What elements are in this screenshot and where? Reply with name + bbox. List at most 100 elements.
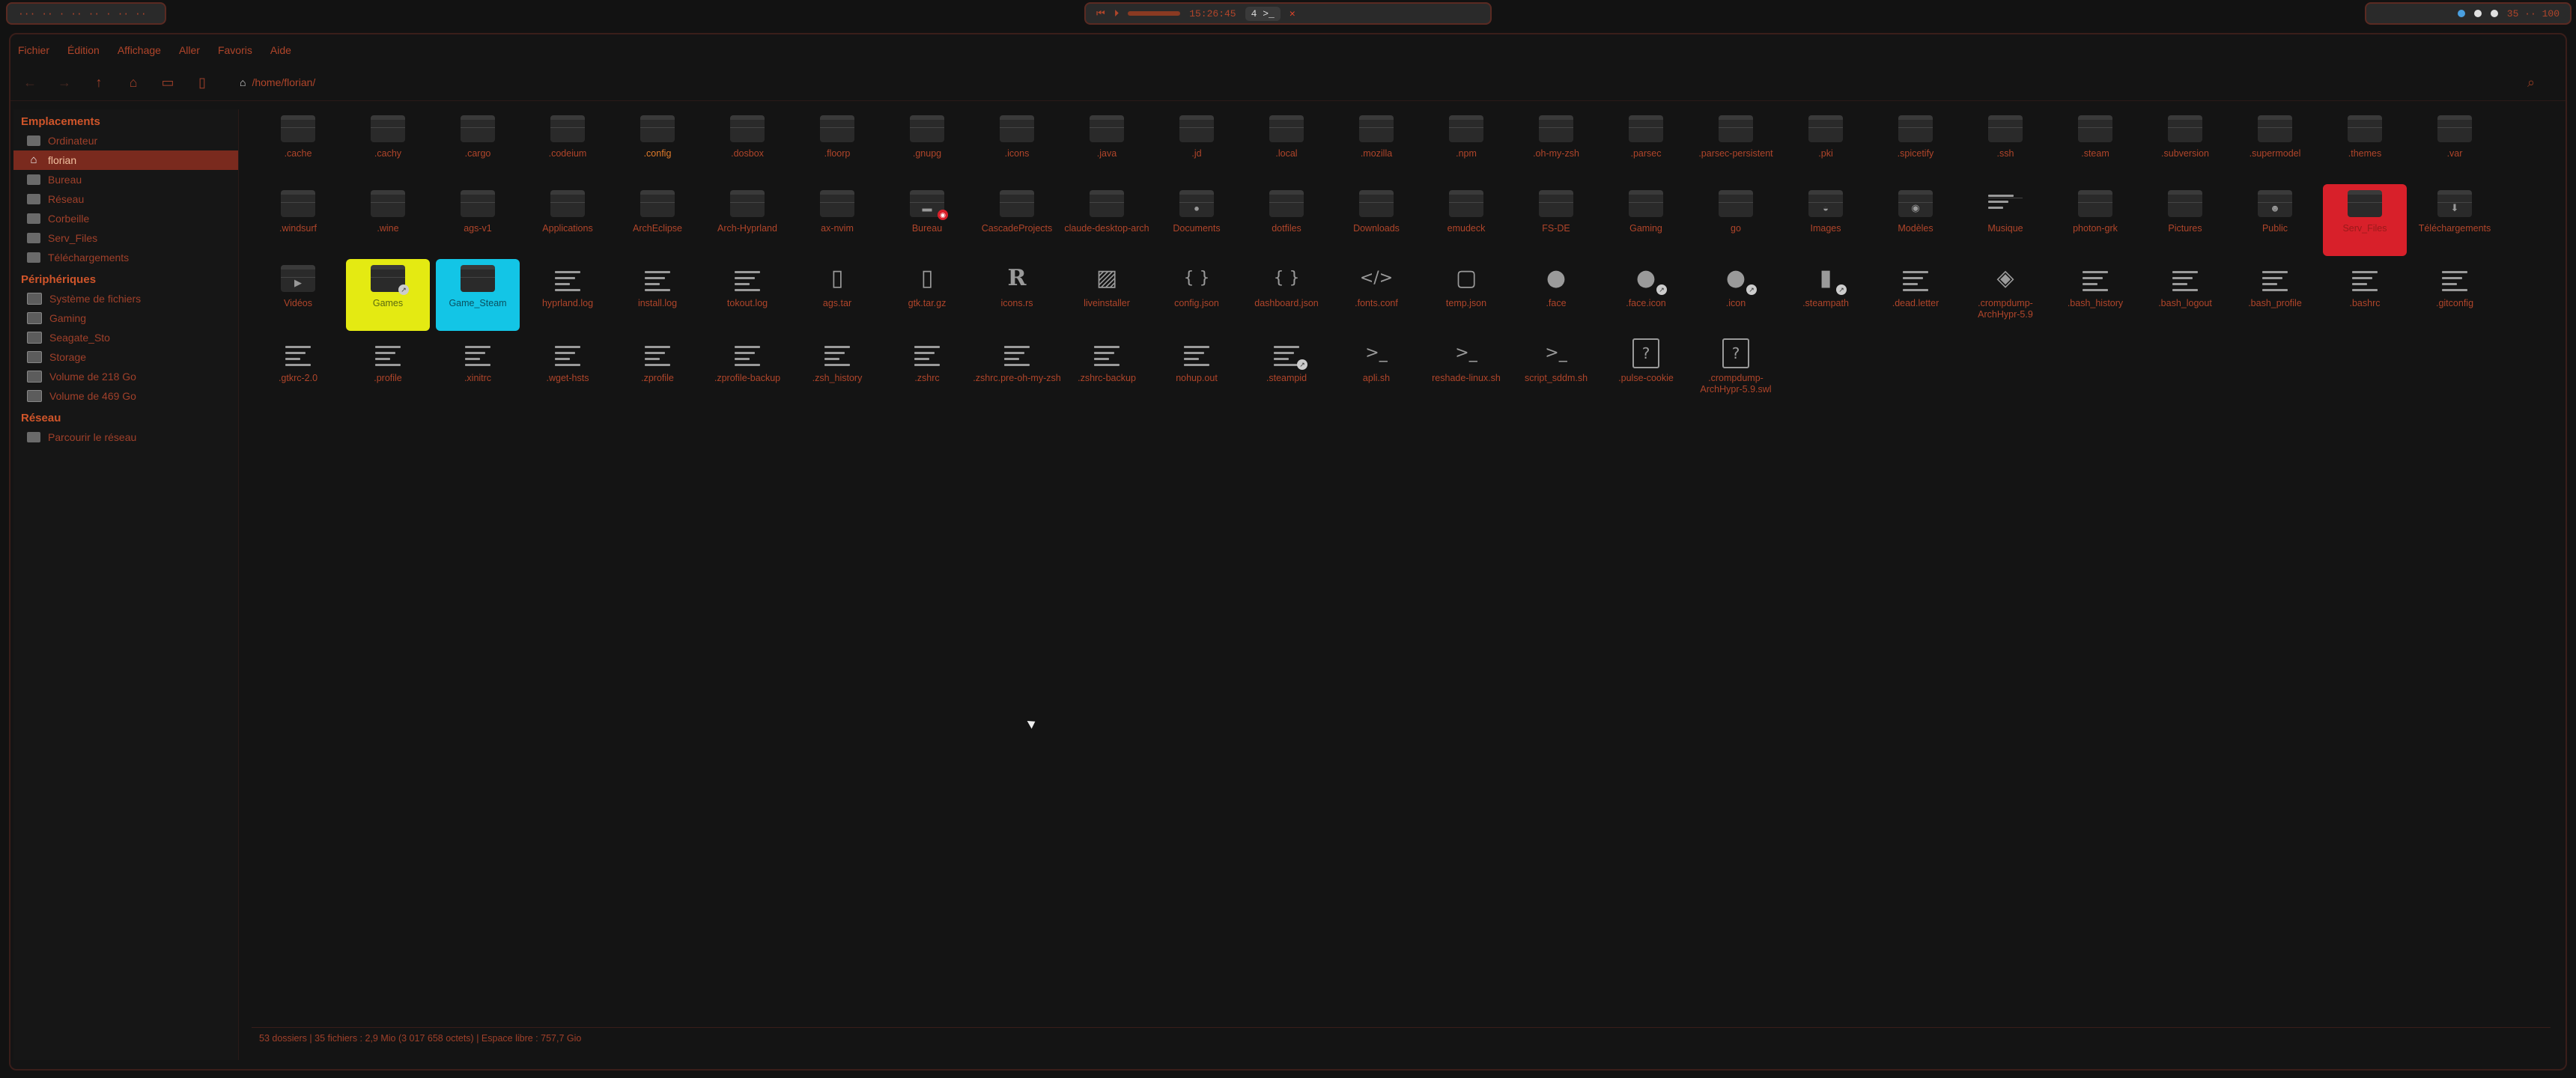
file-item[interactable]: .themes <box>2323 109 2407 181</box>
new-folder-button[interactable]: ▭ <box>156 70 180 94</box>
file-item[interactable]: .npm <box>1424 109 1508 181</box>
file-item[interactable]: .bashrc <box>2323 259 2407 331</box>
file-item[interactable]: .profile <box>346 334 430 406</box>
menu-view[interactable]: Affichage <box>118 44 161 56</box>
sidebar-item[interactable]: Système de fichiers <box>13 289 238 308</box>
sidebar-item[interactable]: Parcourir le réseau <box>13 427 238 447</box>
file-item[interactable]: ags-v1 <box>436 184 520 256</box>
file-item[interactable]: ● ↗ .face.icon <box>1604 259 1688 331</box>
active-workspace[interactable]: 4 >_ <box>1245 6 1281 21</box>
file-item[interactable]: ● Documents <box>1155 184 1239 256</box>
file-item[interactable]: ▮ ↗ .steampath <box>1784 259 1868 331</box>
file-item[interactable]: .parsec <box>1604 109 1688 181</box>
file-item[interactable]: ↗ .steampid <box>1245 334 1328 406</box>
file-item[interactable]: .wine <box>346 184 430 256</box>
file-item[interactable]: Musique <box>1963 184 2047 256</box>
file-item[interactable]: ? .crompdump-ArchHypr-5.9.swl <box>1694 334 1778 406</box>
media-play-icon[interactable]: ⏵ <box>1114 8 1120 19</box>
file-item[interactable]: .subversion <box>2143 109 2227 181</box>
file-item[interactable]: .gtkrc-2.0 <box>256 334 340 406</box>
menu-go[interactable]: Aller <box>179 44 200 56</box>
file-item[interactable]: ◈ .crompdump-ArchHypr-5.9 <box>1963 259 2047 331</box>
tray-icon[interactable] <box>2457 10 2465 17</box>
file-item[interactable]: ↗ Games <box>346 259 430 331</box>
file-item[interactable]: ▢ temp.json <box>1424 259 1508 331</box>
file-item[interactable]: { } config.json <box>1155 259 1239 331</box>
file-item[interactable]: dotfiles <box>1245 184 1328 256</box>
file-item[interactable]: .config <box>616 109 699 181</box>
file-item[interactable]: emudeck <box>1424 184 1508 256</box>
file-item[interactable]: Game_Steam <box>436 259 520 331</box>
media-prev-icon[interactable]: ⏮ <box>1096 8 1105 19</box>
file-item[interactable]: ⬇ Téléchargements <box>2413 184 2497 256</box>
file-item[interactable]: .supermodel <box>2233 109 2317 181</box>
file-item[interactable]: .oh-my-zsh <box>1514 109 1598 181</box>
file-item[interactable]: CascadeProjects <box>975 184 1059 256</box>
file-item[interactable]: .bash_profile <box>2233 259 2317 331</box>
file-item[interactable]: photon-grk <box>2053 184 2137 256</box>
file-item[interactable]: ● .face <box>1514 259 1598 331</box>
file-item[interactable]: .mozilla <box>1334 109 1418 181</box>
file-item[interactable]: Ricons.rs <box>975 259 1059 331</box>
file-item[interactable]: Serv_Files <box>2323 184 2407 256</box>
file-item[interactable]: ▯ ags.tar <box>795 259 879 331</box>
sidebar-item[interactable]: Storage <box>13 347 238 367</box>
sidebar-item[interactable]: Seagate_Sto <box>13 328 238 347</box>
file-item[interactable]: </> .fonts.conf <box>1334 259 1418 331</box>
file-item[interactable]: install.log <box>616 259 699 331</box>
file-item[interactable]: .dead.letter <box>1874 259 1957 331</box>
file-item[interactable]: ☻ Public <box>2233 184 2317 256</box>
file-item[interactable]: .codeium <box>526 109 610 181</box>
sidebar-item[interactable]: Ordinateur <box>13 131 238 150</box>
topbar-left-widget[interactable]: ··· ·· · ·· ·· · ·· ·· <box>6 2 166 25</box>
up-button[interactable]: ↑ <box>87 70 111 94</box>
file-item[interactable]: .jd <box>1155 109 1239 181</box>
file-item[interactable]: .local <box>1245 109 1328 181</box>
sidebar-item[interactable]: ⌂ florian <box>13 150 238 170</box>
sidebar-item[interactable]: Gaming <box>13 308 238 328</box>
toggle-location-button[interactable]: ▯ <box>190 70 214 94</box>
search-button[interactable]: ⌕ <box>2519 70 2543 94</box>
file-item[interactable]: Arch-Hyprland <box>705 184 789 256</box>
file-item[interactable]: .cachy <box>346 109 430 181</box>
file-item[interactable]: .windsurf <box>256 184 340 256</box>
tray-icon[interactable] <box>2473 10 2482 17</box>
sidebar-item[interactable]: Réseau <box>13 189 238 209</box>
file-item[interactable]: .wget-hsts <box>526 334 610 406</box>
sidebar-item[interactable]: Corbeille <box>13 209 238 228</box>
file-item[interactable]: ◉ Modèles <box>1874 184 1957 256</box>
file-item[interactable]: .steam <box>2053 109 2137 181</box>
file-item[interactable]: .zsh_history <box>795 334 879 406</box>
sidebar-item[interactable]: Téléchargements <box>13 248 238 267</box>
file-item[interactable]: >_ script_sddm.sh <box>1514 334 1598 406</box>
sidebar-item[interactable]: Bureau <box>13 170 238 189</box>
file-item[interactable]: Applications <box>526 184 610 256</box>
file-item[interactable]: .java <box>1065 109 1149 181</box>
file-item[interactable]: .spicetify <box>1874 109 1957 181</box>
breadcrumb[interactable]: ⌂ /home/florian/ <box>240 76 315 88</box>
file-item[interactable]: .zprofile <box>616 334 699 406</box>
file-item[interactable]: .bash_logout <box>2143 259 2227 331</box>
menu-help[interactable]: Aide <box>270 44 291 56</box>
file-item[interactable]: .cargo <box>436 109 520 181</box>
file-item[interactable]: ▬ ◉ Bureau <box>885 184 969 256</box>
file-item[interactable]: hyprland.log <box>526 259 610 331</box>
file-item[interactable]: ax-nvim <box>795 184 879 256</box>
file-item[interactable]: .zshrc <box>885 334 969 406</box>
file-item[interactable]: >_ reshade-linux.sh <box>1424 334 1508 406</box>
file-item[interactable]: .zshrc.pre-oh-my-zsh <box>973 334 1061 406</box>
file-item[interactable]: .dosbox <box>705 109 789 181</box>
file-item[interactable]: .floorp <box>795 109 879 181</box>
file-item[interactable]: ArchEclipse <box>616 184 699 256</box>
home-button[interactable]: ⌂ <box>121 70 145 94</box>
file-item[interactable]: .cache <box>256 109 340 181</box>
file-item[interactable]: tokout.log <box>705 259 789 331</box>
sidebar-item[interactable]: Volume de 469 Go <box>13 386 238 406</box>
file-item[interactable]: ? .pulse-cookie <box>1604 334 1688 406</box>
file-item[interactable]: .var <box>2413 109 2497 181</box>
file-item[interactable]: >_ apli.sh <box>1334 334 1418 406</box>
topbar-center-widget[interactable]: ⏮ ⏵ 15:26:45 4 >_ ✕ <box>1084 2 1492 25</box>
sidebar-item[interactable]: Serv_Files <box>13 228 238 248</box>
file-item[interactable]: .bash_history <box>2053 259 2137 331</box>
file-item[interactable]: go <box>1694 184 1778 256</box>
